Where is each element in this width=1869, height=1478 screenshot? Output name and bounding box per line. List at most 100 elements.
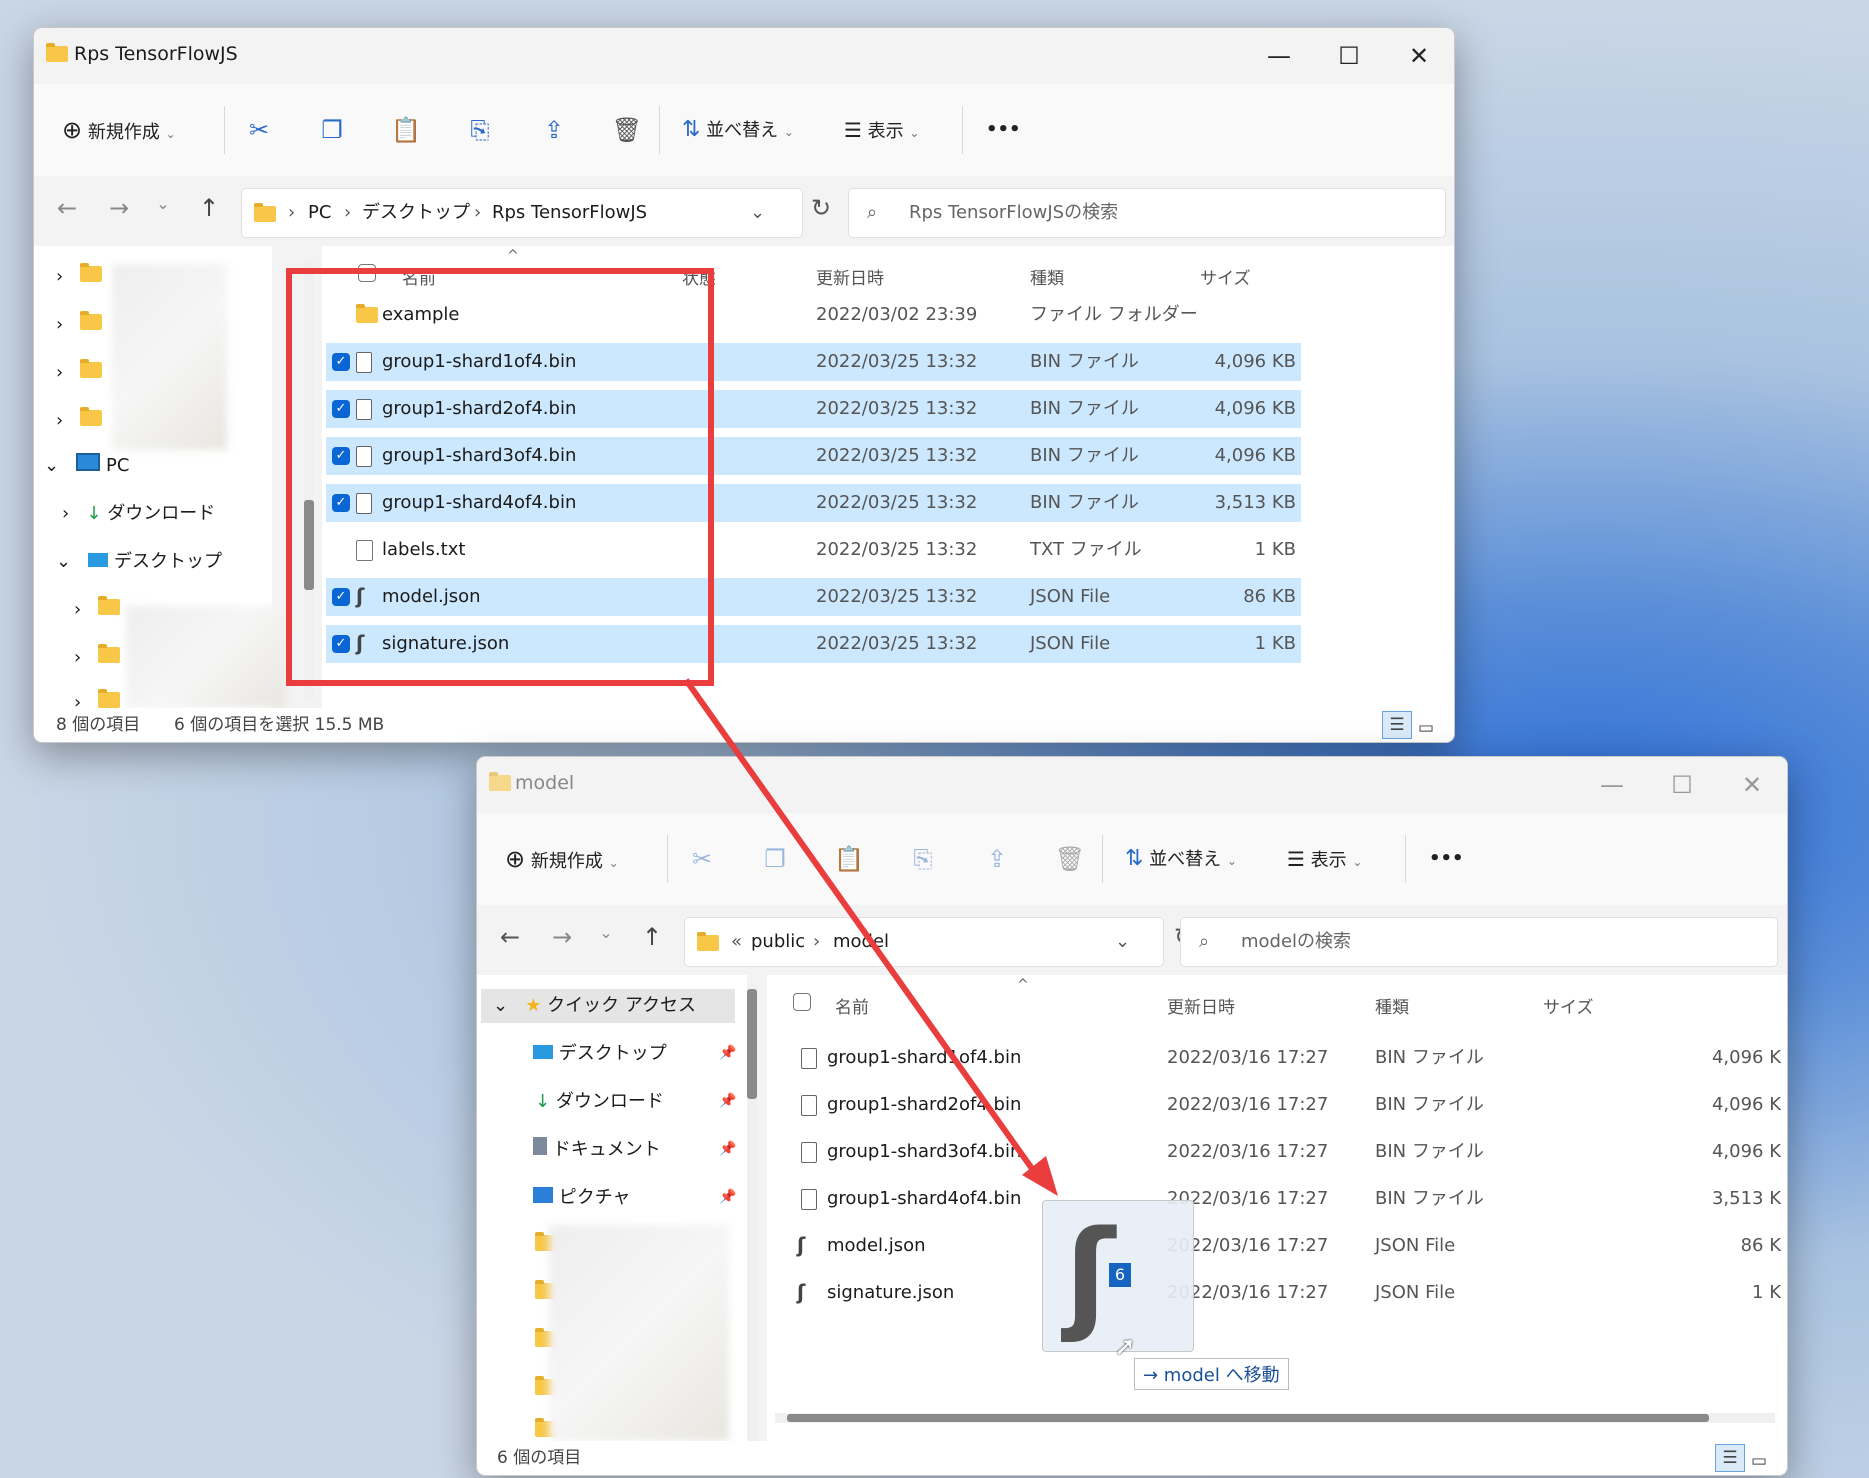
- address-dropdown-icon[interactable]: ⌄: [1115, 918, 1130, 966]
- nav-item[interactable]: ›: [56, 404, 103, 438]
- new-button[interactable]: ⊕ 新規作成 ⌄: [505, 839, 619, 879]
- nav-item[interactable]: ›: [74, 641, 121, 675]
- more-button[interactable]: •••: [1429, 839, 1464, 879]
- folder-icon: [489, 772, 511, 791]
- search-placeholder: Rps TensorFlowJSの検索: [909, 202, 1119, 223]
- nav-item-quick-access[interactable]: ⌄ ★ クイック アクセス: [481, 989, 735, 1023]
- share-icon[interactable]: ⇪: [975, 839, 1019, 879]
- maximize-button[interactable]: ☐: [1319, 36, 1379, 76]
- file-row[interactable]: group1-shard3of4.bin 2022/03/16 17:27 BIN …: [771, 1133, 1781, 1171]
- sort-button[interactable]: ⇅ 並べ替え ⌄: [682, 110, 794, 150]
- title-bar[interactable]: model — ☐ ✕: [477, 757, 1787, 813]
- breadcrumb-public[interactable]: public: [751, 918, 805, 966]
- close-button[interactable]: ✕: [1722, 765, 1782, 805]
- nav-item-documents[interactable]: ドキュメント: [533, 1133, 661, 1167]
- nav-item-desktop[interactable]: ⌄ デスクトップ: [56, 545, 222, 579]
- address-dropdown-icon[interactable]: ⌄: [750, 189, 765, 237]
- nav-item-pictures[interactable]: ピクチャ: [533, 1181, 631, 1215]
- chevron-right-icon: ›: [813, 931, 821, 952]
- forward-arrow-icon[interactable]: →: [102, 194, 136, 222]
- nav-item[interactable]: ›: [56, 308, 103, 342]
- refresh-icon[interactable]: ↻: [804, 194, 838, 222]
- paste-icon[interactable]: 📋: [384, 110, 428, 150]
- details-view-icon[interactable]: ☰: [1715, 1444, 1745, 1472]
- file-row[interactable]: group1-shard2of4.bin 2022/03/16 17:27 BIN …: [771, 1086, 1781, 1124]
- separator: [667, 835, 668, 883]
- desktop-icon: [533, 1045, 553, 1059]
- search-box[interactable]: ⌕ Rps TensorFlowJSの検索: [848, 188, 1446, 238]
- copy-icon[interactable]: ❐: [310, 110, 354, 150]
- delete-icon[interactable]: 🗑: [1048, 839, 1092, 879]
- file-size: 1 K: [1752, 1282, 1781, 1303]
- overflow-icon[interactable]: «: [731, 918, 742, 966]
- nav-item[interactable]: ›: [74, 593, 121, 627]
- column-size[interactable]: サイズ: [1200, 264, 1251, 289]
- minimize-button[interactable]: —: [1582, 765, 1642, 805]
- nav-item-downloads[interactable]: › ↓ ダウンロード: [62, 497, 215, 531]
- view-button[interactable]: ☰ 表示 ⌄: [1287, 839, 1362, 879]
- cut-icon[interactable]: ✂: [680, 839, 724, 879]
- minimize-button[interactable]: —: [1249, 36, 1309, 76]
- forward-arrow-icon[interactable]: →: [545, 923, 579, 951]
- up-arrow-icon[interactable]: ↑: [635, 923, 669, 951]
- back-arrow-icon[interactable]: ←: [493, 923, 527, 951]
- new-button[interactable]: ⊕ 新規作成 ⌄: [62, 110, 176, 150]
- file-row[interactable]: group1-shard1of4.bin 2022/03/16 17:27 BIN …: [771, 1039, 1781, 1077]
- address-bar[interactable]: « public › model ⌄: [684, 917, 1164, 967]
- folder-icon: [80, 407, 103, 426]
- folder-icon: [254, 203, 276, 222]
- file-type: BIN ファイル: [1030, 445, 1139, 466]
- breadcrumb-folder[interactable]: Rps TensorFlowJS: [492, 189, 647, 237]
- breadcrumb-desktop[interactable]: デスクトップ: [362, 189, 470, 237]
- file-date: 2022/03/02 23:39: [816, 304, 978, 325]
- file-type: BIN ファイル: [1375, 1047, 1484, 1068]
- nav-item-pc[interactable]: ⌄ PC: [44, 449, 129, 483]
- breadcrumb-folder[interactable]: model: [833, 918, 889, 966]
- maximize-button[interactable]: ☐: [1652, 765, 1712, 805]
- address-row: ← → ⌄ ↑ › PC › デスクトップ › Rps TensorFlowJS…: [34, 176, 1454, 246]
- nav-scrollbar[interactable]: [747, 985, 757, 1441]
- back-arrow-icon[interactable]: ←: [50, 194, 84, 222]
- copy-icon[interactable]: ❐: [753, 839, 797, 879]
- horizontal-scrollbar[interactable]: [775, 1413, 1775, 1423]
- nav-item-downloads[interactable]: ↓ ダウンロード: [535, 1085, 664, 1119]
- delete-icon[interactable]: 🗑: [605, 110, 649, 150]
- nav-item[interactable]: ›: [56, 356, 103, 390]
- column-size[interactable]: サイズ: [1543, 993, 1594, 1018]
- breadcrumb-pc[interactable]: PC: [308, 189, 331, 237]
- details-view-icon[interactable]: ☰: [1382, 711, 1412, 739]
- search-box[interactable]: ⌕ modelの検索: [1180, 917, 1778, 967]
- select-all-checkbox[interactable]: [793, 993, 811, 1011]
- recent-chevron-icon[interactable]: ⌄: [589, 923, 623, 942]
- column-modified[interactable]: 更新日時: [1167, 993, 1235, 1018]
- rename-icon[interactable]: ⎘: [901, 839, 945, 879]
- json-file-icon: ʃ: [1065, 1206, 1115, 1345]
- tiles-view-icon[interactable]: ▭: [1418, 711, 1434, 742]
- recent-chevron-icon[interactable]: ⌄: [146, 194, 180, 213]
- close-button[interactable]: ✕: [1389, 36, 1449, 76]
- address-bar[interactable]: › PC › デスクトップ › Rps TensorFlowJS ⌄: [241, 188, 803, 238]
- rename-icon[interactable]: ⎘: [458, 110, 502, 150]
- scrollbar-thumb[interactable]: [787, 1414, 1709, 1422]
- title-bar[interactable]: Rps TensorFlowJS — ☐ ✕: [34, 28, 1454, 84]
- paste-icon[interactable]: 📋: [827, 839, 871, 879]
- file-row[interactable]: group1-shard4of4.bin 2022/03/16 17:27 BIN …: [771, 1180, 1781, 1218]
- file-row[interactable]: ʃ model.json 2022/03/16 17:27 JSON File 86 K: [771, 1227, 1781, 1265]
- file-row[interactable]: ʃ signature.json 2022/03/16 17:27 JSON File…: [771, 1274, 1781, 1312]
- nav-item-desktop[interactable]: デスクトップ: [533, 1037, 667, 1071]
- column-type[interactable]: 種類: [1375, 993, 1409, 1018]
- nav-item[interactable]: ›: [56, 260, 103, 294]
- up-arrow-icon[interactable]: ↑: [192, 194, 226, 222]
- column-name[interactable]: 名前: [835, 993, 869, 1018]
- tiles-view-icon[interactable]: ▭: [1751, 1444, 1767, 1475]
- share-icon[interactable]: ⇪: [532, 110, 576, 150]
- column-type[interactable]: 種類: [1030, 264, 1064, 289]
- view-button[interactable]: ☰ 表示 ⌄: [844, 110, 919, 150]
- json-file-icon: ʃ: [797, 1280, 806, 1304]
- column-modified[interactable]: 更新日時: [816, 264, 884, 289]
- file-name: signature.json: [827, 1282, 955, 1303]
- sort-button[interactable]: ⇅ 並べ替え ⌄: [1125, 839, 1237, 879]
- scrollbar-thumb[interactable]: [747, 989, 757, 1099]
- cut-icon[interactable]: ✂: [237, 110, 281, 150]
- more-button[interactable]: •••: [986, 110, 1021, 150]
